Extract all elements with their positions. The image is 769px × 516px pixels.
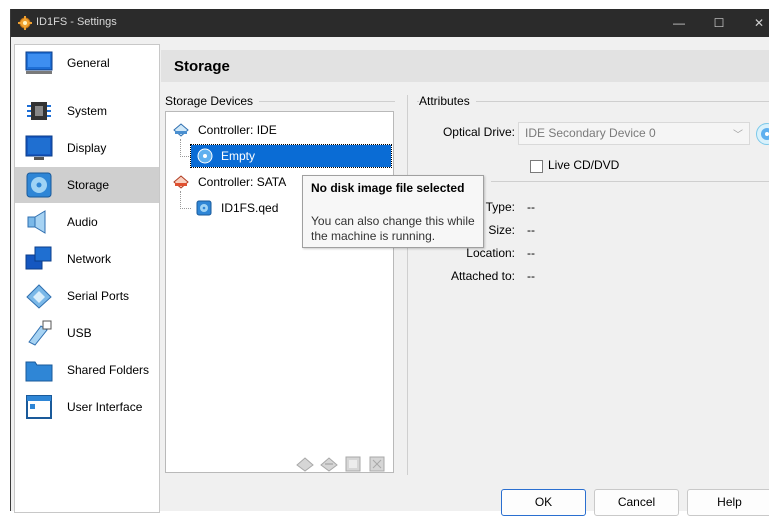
tooltip: No disk image file selected You can also… [302,175,484,248]
sidebar-item-label: Serial Ports [67,289,130,303]
storage-tree[interactable]: Controller: IDE Empty Controller: SATA I… [165,111,394,473]
optical-drive-value: IDE Secondary Device 0 [525,126,656,140]
sidebar-item-general[interactable]: General [15,45,159,81]
optical-drive-select[interactable]: IDE Secondary Device 0 ﹀ [518,122,750,145]
add-controller-icon[interactable] [296,455,314,473]
sidebar-item-label: Network [67,252,112,266]
group-divider [491,181,769,182]
network-icon [25,246,52,270]
optical-drive-label: Optical Drive: [442,125,515,139]
sata-controller-icon [173,175,189,189]
sidebar-item-label: General [67,56,110,70]
optical-disc-icon [761,128,769,140]
add-attachment-icon[interactable] [344,455,362,473]
cancel-button[interactable]: Cancel [594,489,679,516]
monitor-icon [25,135,53,160]
tree-item-label: Controller: IDE [198,123,277,137]
usb-icon [28,320,52,346]
attached-to-value: -- [527,269,535,283]
sidebar-item-label: Display [67,141,107,155]
speaker-icon [27,210,46,234]
tree-connector [180,139,191,157]
window-icon [26,395,52,419]
chevron-down-icon: ﹀ [733,130,743,141]
sidebar-item-label: USB [67,326,92,340]
settings-window: ID1FS - Settings — ☐ ✕ General System Di… [10,9,769,516]
type-value: -- [527,200,535,214]
tree-item-label: ID1FS.qed [221,201,279,215]
tree-item-label: Controller: SATA [198,175,287,189]
sidebar-item-serial-ports[interactable]: Serial Ports [15,278,159,314]
tooltip-title: No disk image file selected [311,181,465,195]
serial-port-icon [26,284,52,309]
folder-icon [25,361,53,382]
page-header: Storage [161,50,769,82]
location-value: -- [527,246,535,260]
virtualbox-gear-icon [18,16,32,30]
settings-sidebar: General System Display Storage Audio Net… [14,44,160,513]
page-title: Storage [174,58,230,75]
attached-to-label: Attached to: [450,269,515,283]
sidebar-item-storage[interactable]: Storage [15,167,159,203]
ok-button[interactable]: OK [501,489,586,516]
window-title: ID1FS - Settings [36,16,117,28]
tooltip-body: You can also change this while the machi… [311,214,475,243]
attributes-label: Attributes [419,94,476,108]
sidebar-item-display[interactable]: Display [15,130,159,166]
live-cd-label: Live CD/DVD [548,158,620,172]
close-button[interactable]: ✕ [749,14,769,32]
remove-attachment-icon[interactable] [368,455,386,473]
tree-item-empty-optical[interactable]: Empty [190,144,392,168]
choose-disk-button[interactable] [756,123,769,145]
title-bar: ID1FS - Settings — ☐ ✕ [11,9,769,37]
general-icon [25,51,53,74]
optical-disc-icon [197,148,213,164]
sidebar-item-usb[interactable]: USB [15,315,159,351]
storage-devices-label: Storage Devices [165,94,260,108]
tree-item-label: Empty [221,149,256,163]
sidebar-item-label: User Interface [67,400,143,414]
remove-controller-icon[interactable] [320,455,338,473]
sidebar-item-label: System [67,104,108,118]
live-cd-checkbox[interactable] [530,160,543,173]
sidebar-item-audio[interactable]: Audio [15,204,159,240]
sidebar-item-label: Storage [67,178,110,192]
disk-icon [26,172,52,198]
sidebar-item-network[interactable]: Network [15,241,159,277]
location-label: Location: [466,246,515,260]
chip-icon [27,102,51,120]
sidebar-item-label: Shared Folders [67,363,150,377]
sidebar-item-shared-folders[interactable]: Shared Folders [15,352,159,388]
hard-disk-icon [196,200,212,216]
ide-controller-icon [173,123,189,137]
help-button[interactable]: Help [687,489,769,516]
tree-item-controller-ide[interactable]: Controller: IDE [166,119,393,141]
sidebar-item-system[interactable]: System [15,93,159,129]
size-value: -- [527,223,535,237]
sidebar-item-user-interface[interactable]: User Interface [15,389,159,425]
sidebar-item-label: Audio [67,215,98,229]
panel-separator [407,95,408,475]
maximize-button[interactable]: ☐ [709,14,729,32]
minimize-button[interactable]: — [669,14,689,32]
